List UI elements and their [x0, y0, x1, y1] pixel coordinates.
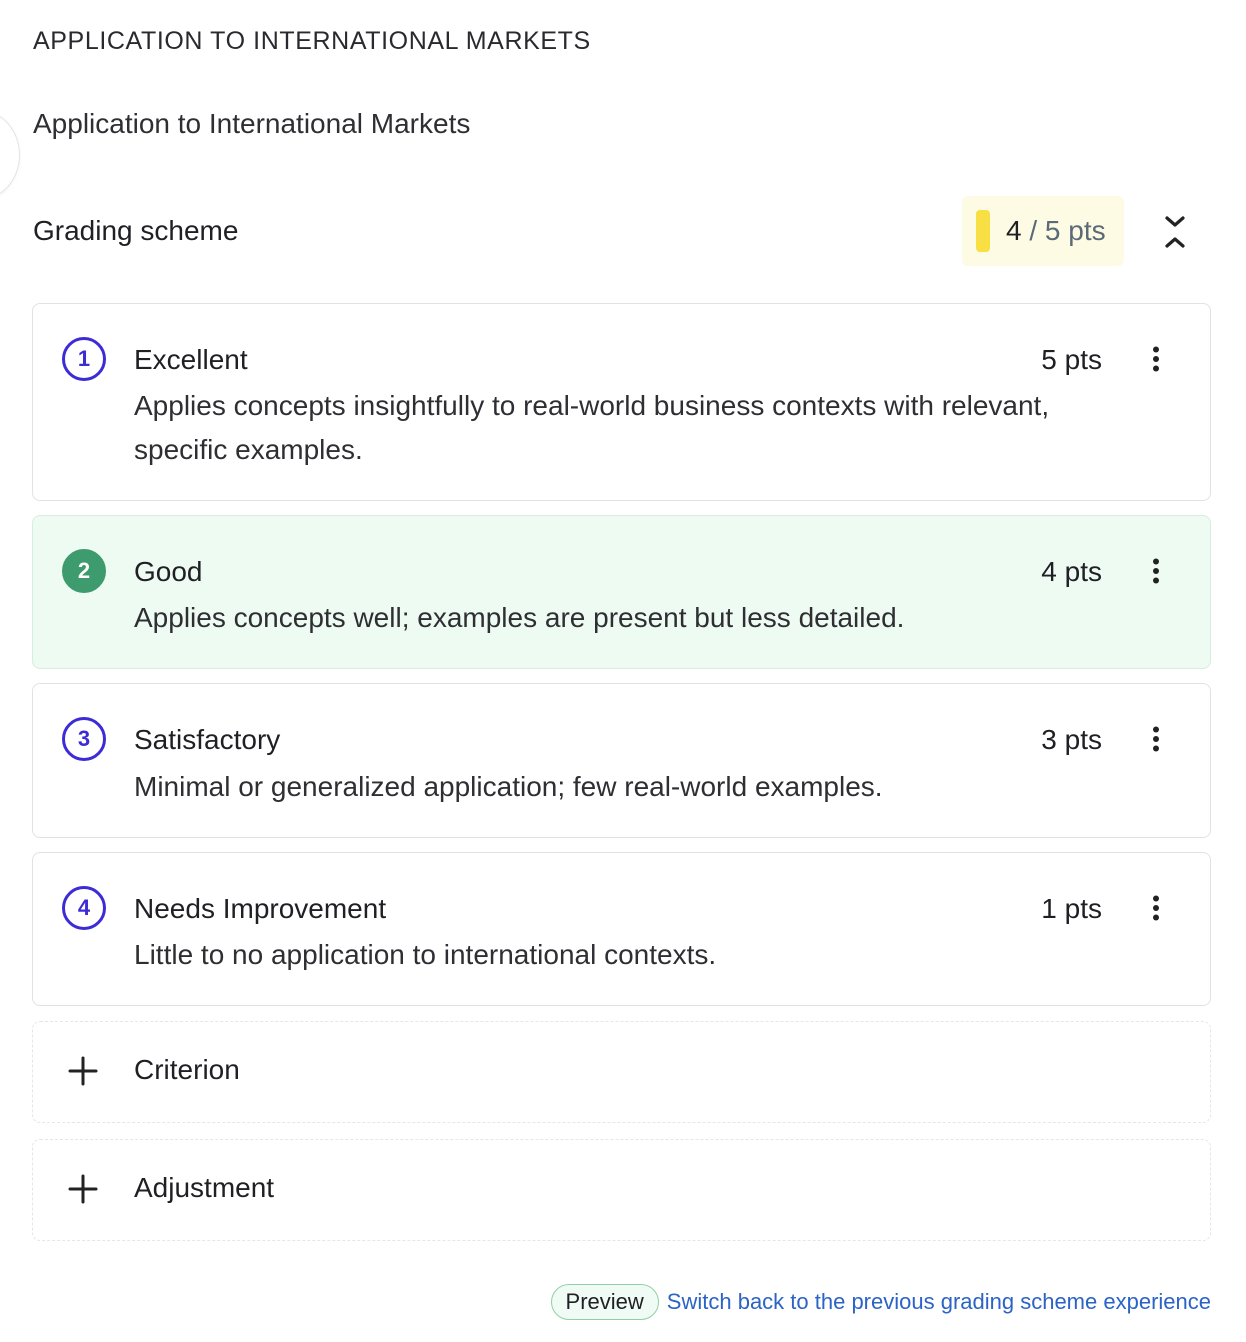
level-menu-button[interactable] — [1138, 886, 1174, 930]
switch-back-link[interactable]: Switch back to the previous grading sche… — [667, 1289, 1211, 1315]
level-title: Excellent — [134, 344, 248, 375]
level-title: Needs Improvement — [134, 893, 387, 924]
more-vertical-icon — [1153, 346, 1159, 372]
rubric-level-card[interactable]: 3 Satisfactory 3 pts Minimal or generali… — [32, 683, 1211, 838]
level-description: Applies concepts insightfully to real-wo… — [134, 390, 1050, 465]
footer: Preview Switch back to the previous grad… — [550, 1284, 1211, 1320]
add-criterion-label: Criterion — [134, 1054, 240, 1085]
preview-badge: Preview — [550, 1284, 659, 1320]
level-points: 1 pts — [1041, 893, 1102, 924]
level-number: 1 — [62, 337, 106, 381]
level-number: 3 — [62, 717, 106, 761]
score-badge: 4 / 5 pts — [962, 196, 1124, 266]
score-indicator-bar — [976, 210, 990, 252]
more-vertical-icon — [1153, 558, 1159, 584]
rubric-level-card[interactable]: 4 Needs Improvement 1 pts Little to no a… — [32, 852, 1211, 1006]
rubric-level-card-selected[interactable]: 2 Good 4 pts Applies concepts well; exam… — [32, 515, 1211, 669]
grading-scheme-title: Grading scheme — [33, 215, 239, 246]
level-number: 2 — [62, 549, 106, 593]
level-menu-button[interactable] — [1138, 337, 1174, 381]
level-points: 3 pts — [1041, 724, 1102, 755]
more-vertical-icon — [1153, 895, 1159, 921]
level-title: Satisfactory — [134, 724, 281, 755]
level-title: Good — [134, 556, 203, 587]
level-number: 4 — [62, 886, 106, 930]
criterion-subtitle: Application to International Markets — [33, 108, 471, 139]
level-description: Little to no application to internationa… — [134, 939, 717, 970]
collapse-chevrons-icon — [1165, 216, 1185, 248]
score-max: / 5 pts — [1021, 215, 1106, 246]
add-adjustment-label: Adjustment — [134, 1172, 275, 1203]
plus-icon — [68, 1056, 98, 1086]
score-value: 4 — [1006, 215, 1022, 246]
collapse-button[interactable] — [1155, 210, 1195, 254]
more-vertical-icon — [1153, 726, 1159, 752]
rubric-level-card[interactable]: 1 Excellent 5 pts Applies concepts insig… — [32, 303, 1211, 501]
add-adjustment-button[interactable]: Adjustment — [32, 1139, 1211, 1241]
plus-icon — [68, 1174, 98, 1204]
add-criterion-button[interactable]: Criterion — [32, 1021, 1211, 1123]
side-panel-toggle[interactable] — [0, 110, 20, 200]
score-text: 4 / 5 pts — [1006, 215, 1106, 247]
level-points: 5 pts — [1041, 344, 1102, 375]
level-points: 4 pts — [1041, 556, 1102, 587]
section-heading: APPLICATION TO INTERNATIONAL MARKETS — [33, 27, 591, 55]
level-menu-button[interactable] — [1138, 549, 1174, 593]
level-menu-button[interactable] — [1138, 717, 1174, 761]
level-description: Applies concepts well; examples are pres… — [134, 602, 905, 633]
level-description: Minimal or generalized application; few … — [134, 771, 883, 802]
